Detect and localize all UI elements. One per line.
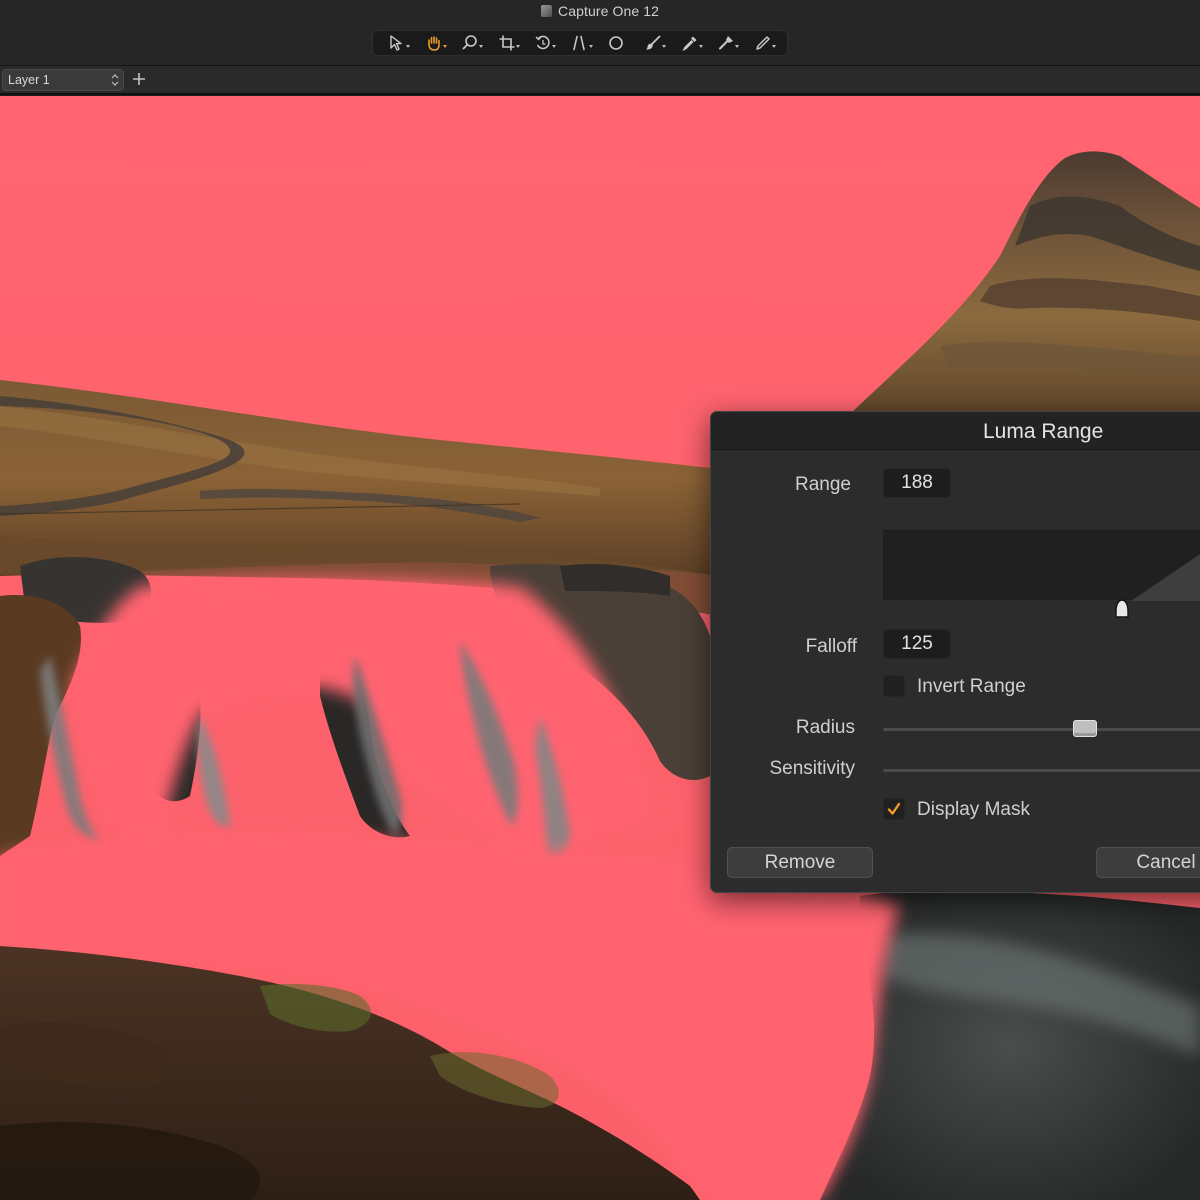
dialog-title: Luma Range — [983, 420, 1104, 443]
falloff-label: Falloff — [805, 636, 857, 657]
up-down-chevron-icon — [111, 74, 119, 86]
luma-range-dialog: Luma Range Range 188 Falloff 125 Invert … — [710, 411, 1200, 893]
display-mask-checkbox[interactable] — [883, 798, 905, 820]
sensitivity-label: Sensitivity — [769, 758, 855, 779]
eyedropper-icon — [681, 36, 697, 52]
layer-select[interactable]: Layer 1 — [2, 69, 124, 91]
cursor-toolbar — [372, 30, 788, 56]
chevron-down-icon — [698, 45, 703, 48]
chevron-down-icon — [661, 45, 666, 48]
radius-label: Radius — [795, 717, 855, 738]
capture-one-icon — [540, 5, 552, 17]
window-title: Capture One 12 — [557, 3, 660, 19]
chevron-down-icon — [406, 45, 411, 48]
zoom-tool[interactable] — [455, 32, 485, 54]
range-handle-icon[interactable] — [1112, 598, 1132, 620]
picker-tool[interactable] — [675, 32, 705, 54]
keystone-tool[interactable] — [565, 32, 595, 54]
dialog-title-bar: Luma Range — [711, 412, 1200, 450]
invert-range-label: Invert Range — [917, 676, 1026, 697]
sensitivity-slider[interactable] — [883, 769, 1200, 772]
plus-icon — [133, 73, 145, 85]
chevron-down-icon — [735, 45, 740, 48]
add-layer-button[interactable] — [130, 70, 148, 88]
brush-icon — [645, 35, 661, 50]
annotate-tool[interactable] — [748, 32, 778, 54]
chevron-down-icon — [479, 45, 484, 48]
pencil-icon — [755, 36, 770, 50]
chevron-down-icon — [771, 45, 776, 48]
display-mask-label: Display Mask — [917, 799, 1030, 820]
luma-range-graph[interactable] — [883, 530, 1200, 601]
crop-icon — [499, 35, 515, 51]
spot-removal-tool[interactable] — [601, 32, 631, 54]
chevron-down-icon — [552, 45, 557, 48]
rotate-tool[interactable] — [528, 32, 558, 54]
rotate-icon — [535, 35, 551, 50]
falloff-ramp — [1131, 554, 1200, 601]
invert-range-checkbox[interactable] — [883, 675, 905, 697]
picker-icon — [719, 36, 734, 50]
cursor-icon — [390, 35, 402, 51]
layer-select-value: Layer 1 — [8, 73, 50, 87]
chevron-down-icon — [442, 45, 447, 48]
select-cursor-tool[interactable] — [382, 32, 412, 54]
capture-one-window: Capture One 12 Layer 1 Luma Range Range … — [0, 0, 1200, 1200]
brush-mask-tool[interactable] — [638, 32, 668, 54]
hand-icon — [427, 36, 440, 51]
keystone-icon — [573, 35, 585, 51]
falloff-value-field[interactable]: 125 — [883, 629, 951, 659]
pan-hand-tool[interactable] — [419, 32, 449, 54]
circle-icon — [609, 36, 624, 50]
white-balance-picker-tool[interactable] — [711, 32, 741, 54]
title-bar: Capture One 12 — [0, 0, 1200, 66]
remove-button[interactable]: Remove — [727, 847, 873, 878]
range-label: Range — [795, 474, 851, 495]
range-value-field[interactable]: 188 — [883, 468, 951, 498]
radius-slider[interactable] — [883, 728, 1200, 731]
cancel-button[interactable]: Cancel — [1096, 847, 1200, 878]
window-title-area: Capture One 12 — [0, 3, 1200, 19]
layer-bar: Layer 1 — [0, 66, 1200, 95]
crop-tool[interactable] — [492, 32, 522, 54]
checkmark-icon — [887, 802, 901, 815]
chevron-down-icon — [515, 45, 520, 48]
chevron-down-icon — [588, 45, 593, 48]
magnifier-icon — [462, 35, 478, 50]
radius-slider-thumb[interactable] — [1072, 720, 1097, 737]
